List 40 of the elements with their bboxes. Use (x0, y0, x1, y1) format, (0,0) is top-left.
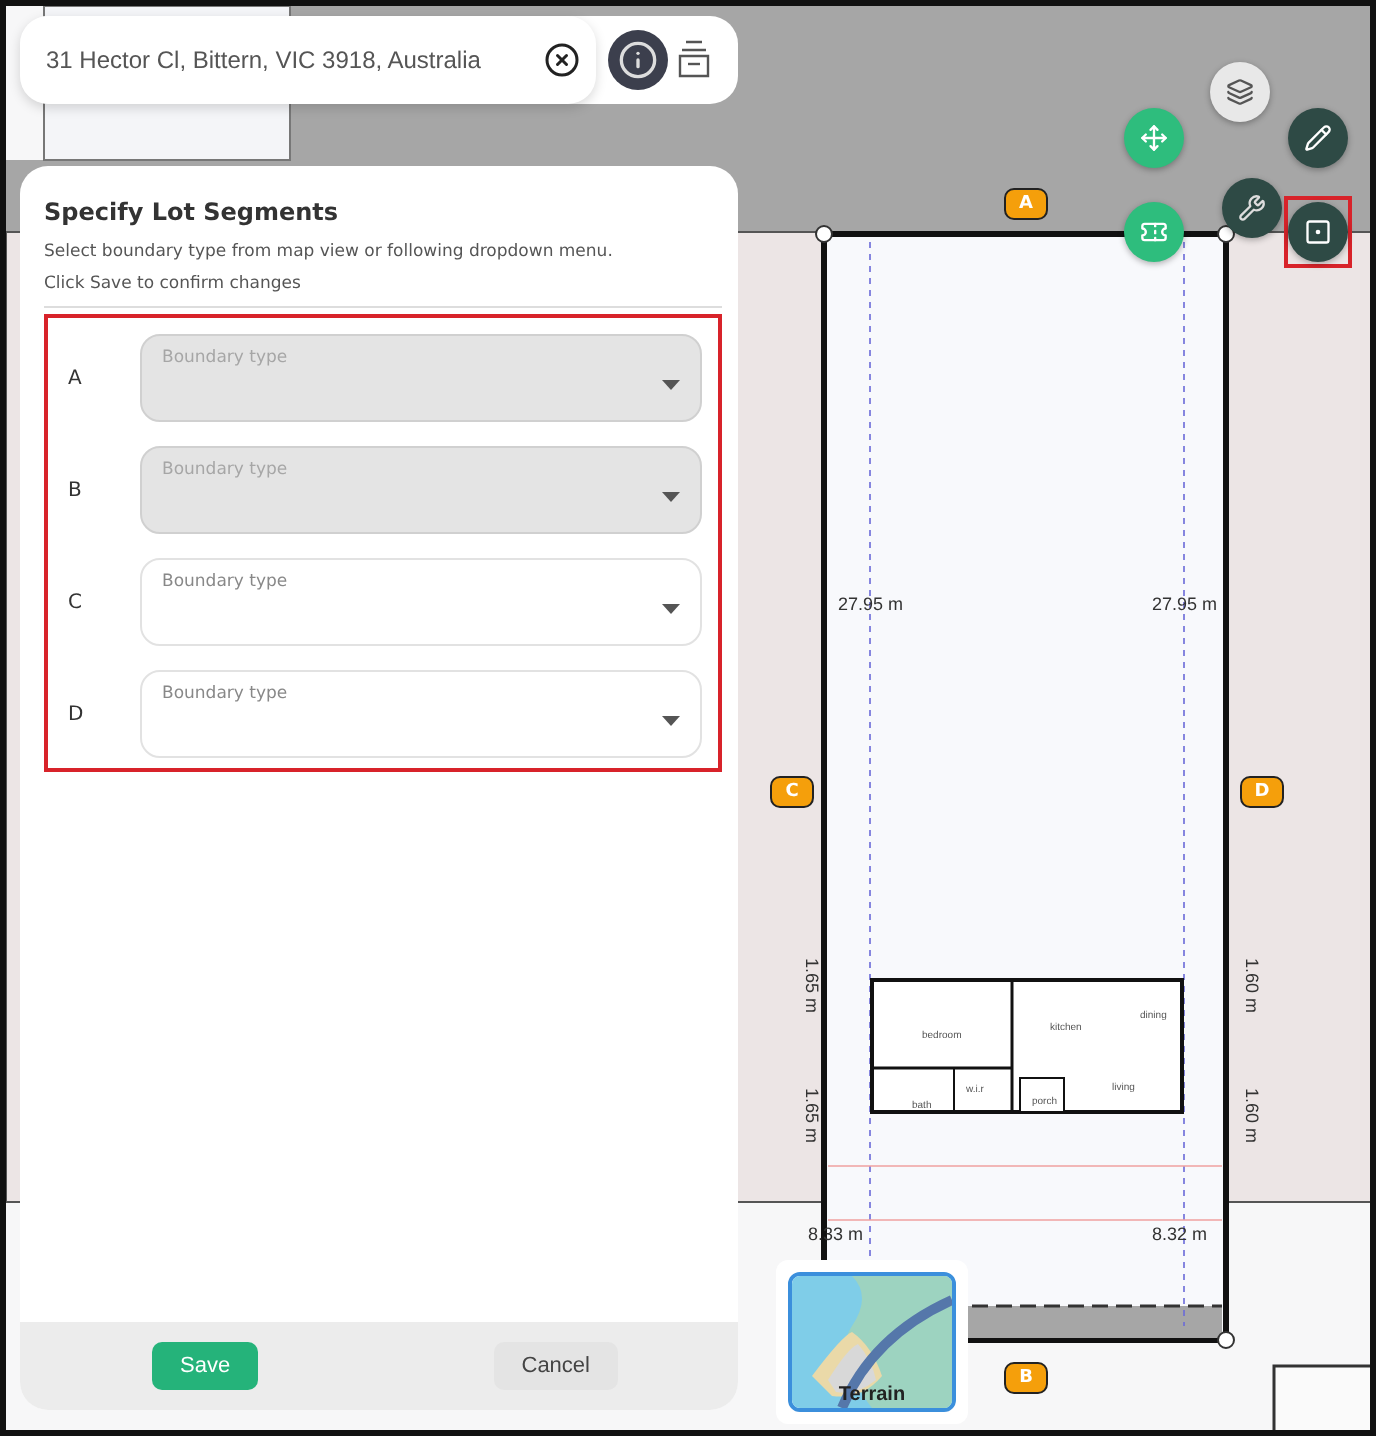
address-field[interactable]: 31 Hector Cl, Bittern, VIC 3918, Australia (20, 16, 596, 104)
basket-icon[interactable] (676, 38, 712, 82)
segment-label: A (68, 367, 84, 389)
boundary-type-dropdown[interactable]: Boundary type (140, 558, 702, 646)
instruction-text: Click Save to confirm changes (44, 274, 303, 294)
segment-label: C (68, 591, 84, 613)
instruction-text: Select boundary type from map view or following dropdown menu. (44, 242, 615, 262)
measurement-label: 27.95 m (1152, 594, 1218, 614)
measurement-label: 27.95 m (838, 594, 904, 614)
wrench-icon (1238, 194, 1266, 222)
building-outline (1272, 1364, 1370, 1430)
ticket-icon (1140, 218, 1168, 246)
layers-icon (1226, 78, 1254, 106)
measurement-label: 8.32 m (1152, 1224, 1208, 1244)
segment-badge[interactable]: C (770, 776, 814, 808)
move-icon (1140, 124, 1168, 152)
caret-icon (662, 604, 680, 614)
measurement-label: 1.60 m (1242, 1088, 1262, 1144)
pencil-icon (1304, 124, 1332, 152)
info-button[interactable] (608, 30, 668, 90)
segment-badge[interactable]: D (1240, 776, 1284, 808)
segment-label: B (68, 479, 84, 501)
clear-icon[interactable] (544, 42, 580, 78)
caret-icon (662, 716, 680, 726)
segment-badge[interactable]: A (1004, 188, 1048, 220)
caret-icon (662, 492, 680, 502)
terrain-button[interactable]: Terrain (776, 1260, 968, 1424)
save-button[interactable]: Save (152, 1342, 259, 1390)
caret-icon (662, 380, 680, 390)
measurement-label: 1.60 m (1242, 958, 1262, 1014)
segment-badge[interactable]: B (1004, 1362, 1048, 1394)
corner-handle[interactable] (815, 225, 833, 243)
segment-label: D (68, 703, 86, 725)
measurement-label: 1.65 m (802, 958, 822, 1014)
cancel-button[interactable]: Cancel (493, 1342, 618, 1390)
boundary-type-dropdown[interactable]: Boundary type (140, 670, 702, 758)
square-icon (1304, 218, 1332, 246)
measurement-label: 1.65 m (802, 1088, 822, 1144)
panel-title: Specify Lot Segments (44, 198, 341, 226)
corner-handle[interactable] (1217, 1331, 1235, 1349)
